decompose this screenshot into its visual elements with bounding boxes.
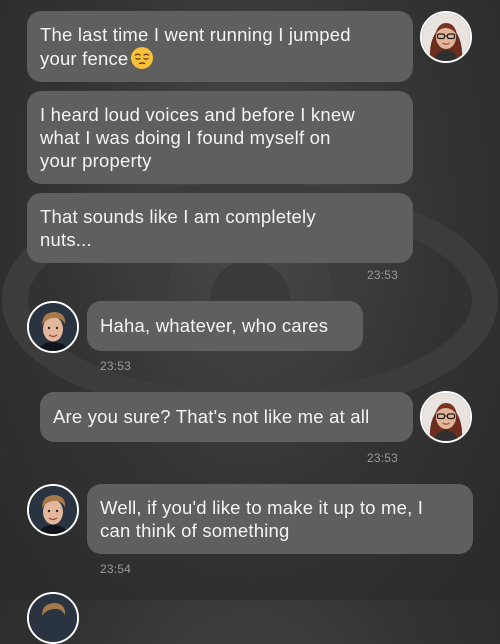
- message-bubble-incoming[interactable]: Well, if you'd like to make it up to me,…: [87, 484, 473, 554]
- chat-thread[interactable]: The last time I went running I jumped yo…: [0, 0, 500, 644]
- message-text-line: your property: [40, 150, 152, 171]
- message-text-line: Are you sure? That's not like me at all: [53, 406, 370, 427]
- message-text-line: your fence: [40, 48, 129, 69]
- message-timestamp: 23:53: [100, 359, 132, 373]
- message-timestamp: 23:53: [367, 451, 399, 465]
- message-bubble-outgoing[interactable]: I heard loud voices and before I knew wh…: [27, 91, 413, 184]
- message-text-line: That sounds like I am completely: [40, 206, 316, 227]
- user-avatar[interactable]: [420, 391, 472, 443]
- contact-avatar[interactable]: [27, 301, 79, 353]
- message-text-line: can think of something: [100, 520, 290, 541]
- message-bubble-outgoing[interactable]: The last time I went running I jumped yo…: [27, 11, 413, 82]
- message-bubble-incoming[interactable]: Haha, whatever, who cares: [87, 301, 363, 351]
- user-avatar[interactable]: [420, 11, 472, 63]
- message-text-line: nuts...: [40, 229, 92, 250]
- message-text-line: Well, if you'd like to make it up to me,…: [100, 497, 424, 518]
- message-text-line: The last time I went running I jumped: [40, 24, 351, 45]
- message-text-line: I heard loud voices and before I knew: [40, 104, 355, 125]
- message-text-line: your fence: [40, 46, 400, 70]
- message-text-line: what I was doing I found myself on: [40, 127, 331, 148]
- message-bubble-outgoing[interactable]: Are you sure? That's not like me at all: [40, 392, 413, 442]
- contact-avatar[interactable]: [27, 484, 79, 536]
- message-timestamp: 23:54: [100, 562, 132, 576]
- message-text-line: Haha, whatever, who cares: [100, 315, 329, 336]
- pensive-face-emoji-icon: [131, 47, 154, 69]
- message-timestamp: 23:53: [367, 268, 399, 282]
- message-bubble-outgoing[interactable]: That sounds like I am completely nuts...: [27, 193, 413, 263]
